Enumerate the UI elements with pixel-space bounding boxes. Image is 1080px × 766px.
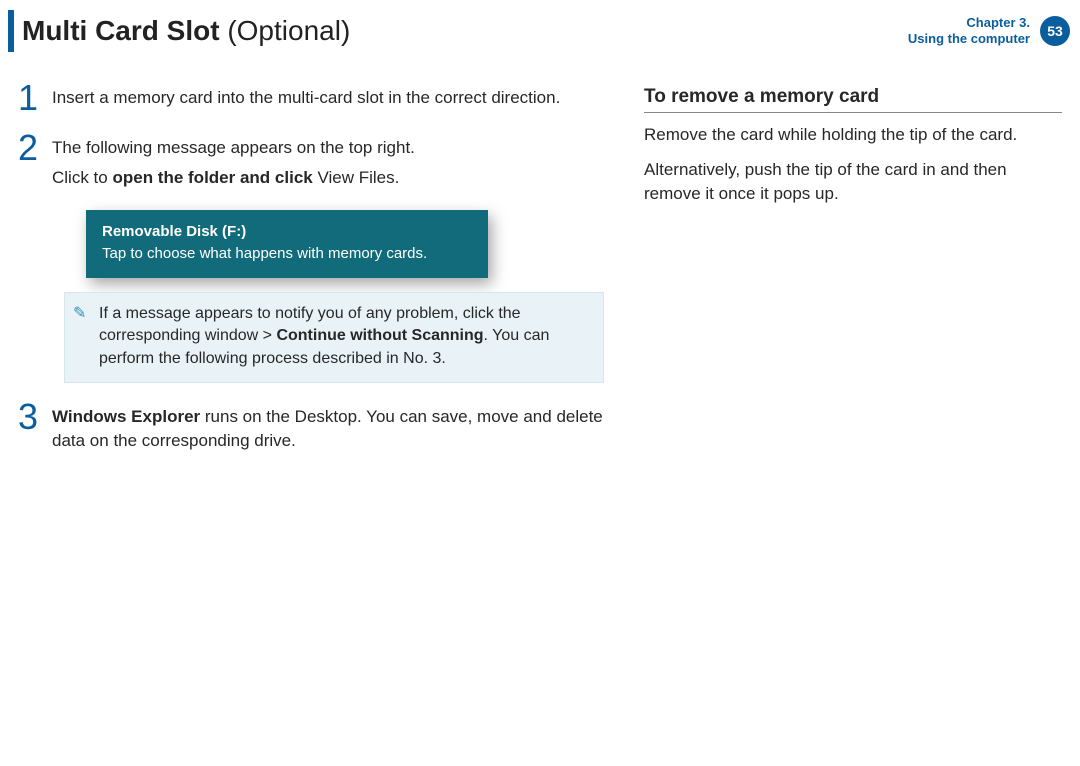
toast-title: Removable Disk (F:) [102,222,472,242]
step-text: Windows Explorer runs on the Desktop. Yo… [52,405,604,453]
text-bold: open the folder and click [112,168,312,187]
page-title: Multi Card Slot (Optional) [22,15,350,47]
step-text: Click to open the folder and click View … [52,166,415,190]
page-header: Multi Card Slot (Optional) Chapter 3. Us… [8,10,1070,52]
paragraph: Alternatively, push the tip of the card … [644,158,1062,207]
chapter-label: Chapter 3. Using the computer [908,15,1030,48]
step-number: 2 [18,130,52,166]
step-body: The following message appears on the top… [52,130,415,196]
step-text: Insert a memory card into the multi-card… [52,86,560,110]
chapter-line1: Chapter 3. [908,15,1030,31]
step-3: 3 Windows Explorer runs on the Desktop. … [18,399,604,459]
page-number-badge: 53 [1040,16,1070,46]
title-suffix: (Optional) [227,15,350,46]
step-2: 2 The following message appears on the t… [18,130,604,196]
subheading: To remove a memory card [644,86,1062,108]
autoplay-toast: Removable Disk (F:) Tap to choose what h… [86,210,488,279]
text-post: View Files. [313,168,400,187]
toast-body: Tap to choose what happens with memory c… [102,245,427,262]
note-box: ✎ If a message appears to notify you of … [64,292,604,383]
step-number: 1 [18,80,52,116]
title-main: Multi Card Slot [22,15,220,46]
step-text: The following message appears on the top… [52,136,415,160]
note-icon: ✎ [73,303,86,325]
text-pre: Click to [52,168,112,187]
page: Multi Card Slot (Optional) Chapter 3. Us… [0,0,1080,766]
header-right: Chapter 3. Using the computer 53 [908,15,1070,48]
step-body: Insert a memory card into the multi-card… [52,80,560,116]
note-bold: Continue without Scanning [276,327,483,344]
header-accent [8,10,14,52]
step-1: 1 Insert a memory card into the multi-ca… [18,80,604,116]
text-bold: Windows Explorer [52,407,200,426]
step-number: 3 [18,399,52,435]
paragraph: Remove the card while holding the tip of… [644,123,1062,148]
body-columns: 1 Insert a memory card into the multi-ca… [18,80,1062,748]
divider [644,112,1062,113]
step-body: Windows Explorer runs on the Desktop. Yo… [52,399,604,459]
chapter-line2: Using the computer [908,31,1030,47]
right-column: To remove a memory card Remove the card … [644,80,1062,748]
left-column: 1 Insert a memory card into the multi-ca… [18,80,604,748]
